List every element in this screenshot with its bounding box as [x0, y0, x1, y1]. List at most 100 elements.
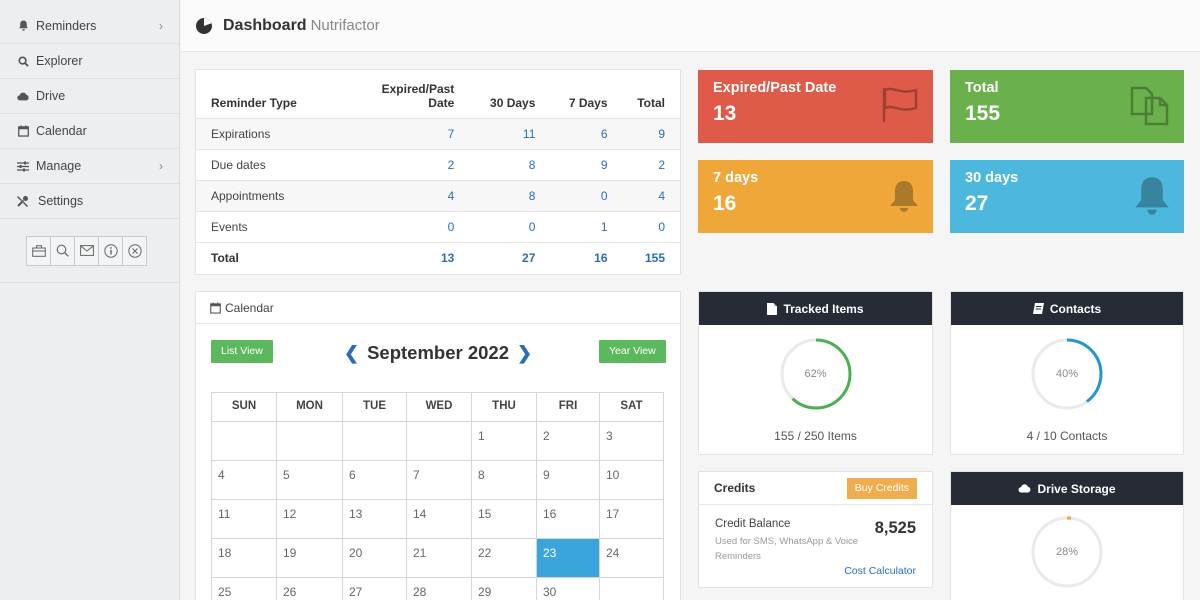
mail-icon[interactable]: [74, 235, 99, 266]
calendar-day[interactable]: 15: [472, 500, 537, 539]
count-link[interactable]: 1: [550, 210, 623, 242]
page-title: Dashboard: [223, 16, 307, 34]
sidebar-item-label: Reminders: [36, 19, 97, 33]
calendar-panel-header: Calendar: [196, 292, 680, 324]
calendar-day[interactable]: 10: [600, 461, 664, 500]
count-link[interactable]: 4: [351, 179, 470, 211]
count-link[interactable]: 4: [622, 179, 680, 211]
sidebar-item-label: Calendar: [36, 124, 87, 138]
count-link[interactable]: 16: [550, 241, 623, 273]
calendar-day[interactable]: 20: [343, 539, 407, 578]
calendar-day[interactable]: 3: [600, 422, 664, 461]
calendar-day[interactable]: 27: [343, 578, 407, 600]
calendar-day[interactable]: 14: [407, 500, 472, 539]
weekday-header: SUN: [212, 393, 277, 422]
calendar-day[interactable]: 30: [537, 578, 600, 600]
count-link[interactable]: 0: [622, 210, 680, 242]
search-icon[interactable]: [50, 235, 75, 266]
briefcase-icon[interactable]: [26, 235, 51, 266]
calendar-day[interactable]: 22: [472, 539, 537, 578]
calendar-panel: Calendar List View Year View ❮ September…: [195, 291, 681, 600]
calendar-day-today[interactable]: 23: [537, 539, 600, 578]
sidebar-item-reminders[interactable]: Reminders ›: [0, 9, 179, 44]
count-link[interactable]: 9: [550, 148, 623, 180]
tools-icon: [16, 194, 30, 208]
count-link[interactable]: 9: [622, 117, 680, 149]
list-view-button[interactable]: List View: [211, 340, 273, 363]
count-link[interactable]: 2: [351, 148, 470, 180]
count-link[interactable]: 6: [550, 117, 623, 149]
page-subtitle: Nutrifactor: [310, 17, 380, 34]
column-header: Reminder Type: [211, 95, 297, 110]
calendar-day[interactable]: 2: [537, 422, 600, 461]
count-link[interactable]: 0: [550, 179, 623, 211]
sidebar-item-drive[interactable]: Drive: [0, 79, 179, 114]
calendar-day[interactable]: 17: [600, 500, 664, 539]
calendar-day[interactable]: 16: [537, 500, 600, 539]
credit-balance-label: Credit Balance: [715, 518, 791, 530]
table-total-row: Total 13 27 16 155: [196, 241, 680, 273]
calendar-day[interactable]: 11: [212, 500, 277, 539]
cloud-icon: [16, 89, 30, 103]
weekday-header: MON: [277, 393, 343, 422]
count-link[interactable]: 11: [469, 117, 551, 149]
cost-calculator-link[interactable]: Cost Calculator: [844, 565, 916, 577]
calendar-day[interactable]: 18: [212, 539, 277, 578]
calendar-day[interactable]: 12: [277, 500, 343, 539]
close-circle-icon[interactable]: [122, 235, 147, 266]
count-link[interactable]: 155: [622, 241, 680, 273]
info-icon[interactable]: [98, 235, 123, 266]
chevron-left-icon[interactable]: ❮: [344, 343, 359, 364]
calendar-week-row: 4 5 6 7 8 9 10: [212, 461, 664, 500]
sidebar-item-label: Drive: [36, 89, 66, 103]
calendar-day[interactable]: 6: [343, 461, 407, 500]
calendar-day[interactable]: 13: [343, 500, 407, 539]
calendar-day[interactable]: 21: [407, 539, 472, 578]
calendar-day[interactable]: 5: [277, 461, 343, 500]
calendar-day[interactable]: 24: [600, 539, 664, 578]
calendar-week-row: 25 26 27 28 29 30: [212, 578, 664, 600]
buy-credits-button[interactable]: Buy Credits: [846, 478, 917, 499]
sidebar-item-calendar[interactable]: Calendar: [0, 114, 179, 149]
sidebar-toolbar: [0, 219, 179, 283]
tile-total[interactable]: Total 155: [950, 70, 1184, 143]
column-header: Total: [637, 95, 665, 110]
chevron-right-icon[interactable]: ❯: [517, 343, 532, 364]
tile-7-days[interactable]: 7 days 16: [698, 160, 933, 233]
sidebar-item-manage[interactable]: Manage ›: [0, 149, 179, 184]
weekday-header: FRI: [537, 393, 600, 422]
calendar-day[interactable]: 19: [277, 539, 343, 578]
count-link[interactable]: 7: [351, 117, 470, 149]
copy-icon: [1130, 86, 1170, 131]
weekday-header: TUE: [343, 393, 407, 422]
tile-expired[interactable]: Expired/Past Date 13: [698, 70, 933, 143]
table-row: Events 0 0 1 0: [196, 210, 680, 242]
sidebar-item-settings[interactable]: Settings: [0, 184, 179, 219]
calendar-day[interactable]: 4: [212, 461, 277, 500]
calendar-day[interactable]: 1: [472, 422, 537, 461]
count-link[interactable]: 8: [469, 179, 551, 211]
calendar-day[interactable]: 28: [407, 578, 472, 600]
calendar-day[interactable]: 7: [407, 461, 472, 500]
credit-balance-value: 8,525: [874, 519, 916, 537]
calendar-day[interactable]: 25: [212, 578, 277, 600]
count-link[interactable]: 0: [351, 210, 470, 242]
count-link[interactable]: 27: [469, 241, 551, 273]
calendar-day: [277, 422, 343, 461]
calendar-day: [343, 422, 407, 461]
count-link[interactable]: 8: [469, 148, 551, 180]
calendar-week-row: 11 12 13 14 15 16 17: [212, 500, 664, 539]
tile-30-days[interactable]: 30 days 27: [950, 160, 1184, 233]
count-link[interactable]: 0: [469, 210, 551, 242]
sidebar: Reminders › Explorer Drive Calendar Mana…: [0, 0, 180, 600]
calendar-day[interactable]: 8: [472, 461, 537, 500]
bell-icon: [1134, 176, 1170, 221]
year-view-button[interactable]: Year View: [599, 340, 666, 363]
column-header: 7 Days: [568, 95, 608, 110]
calendar-day[interactable]: 26: [277, 578, 343, 600]
count-link[interactable]: 13: [351, 241, 470, 273]
calendar-day[interactable]: 29: [472, 578, 537, 600]
calendar-day[interactable]: 9: [537, 461, 600, 500]
count-link[interactable]: 2: [622, 148, 680, 180]
sidebar-item-explorer[interactable]: Explorer: [0, 44, 179, 79]
